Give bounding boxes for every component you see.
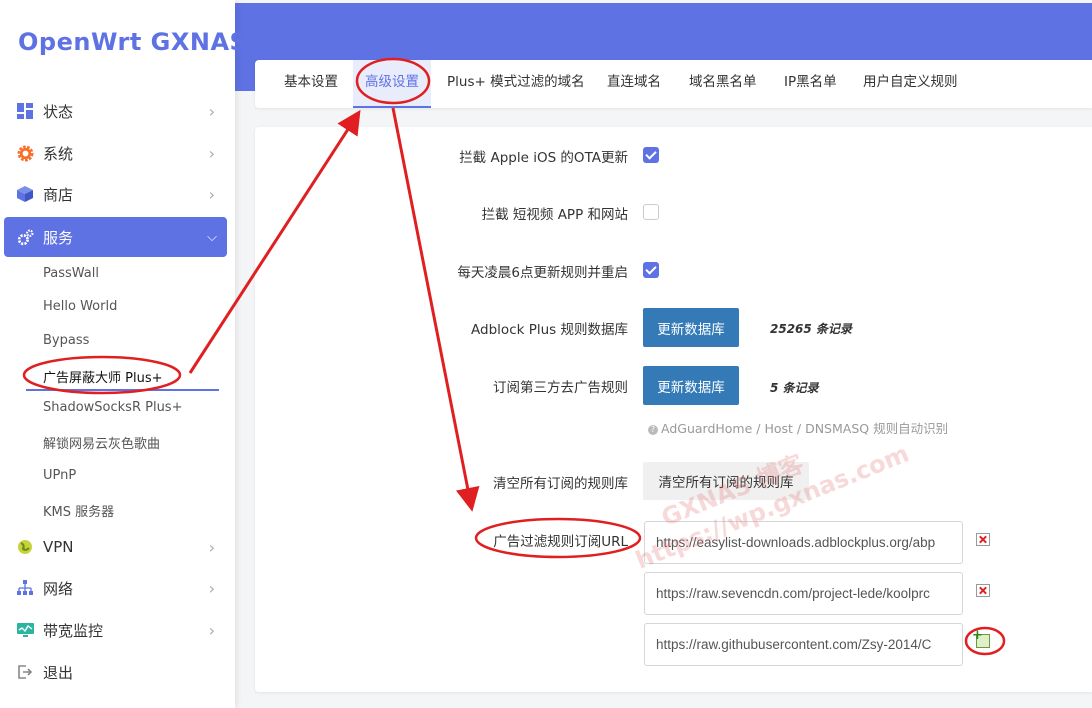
subscription-url-label: 广告过滤规则订阅URL: [493, 534, 628, 550]
chevron-right-icon: ›: [208, 143, 215, 163]
sidebar-item-label: 网络: [43, 579, 74, 598]
delete-url-icon[interactable]: [976, 584, 990, 597]
abp-db-label: Adblock Plus 规则数据库: [471, 322, 628, 338]
globe-icon: [16, 538, 34, 556]
sidebar-item-logout[interactable]: 退出: [0, 652, 235, 692]
tab-ip-blacklist[interactable]: IP黑名单: [784, 60, 837, 108]
cube-icon: [16, 185, 34, 203]
sidebar-subitem-hello-world[interactable]: Hello World: [43, 299, 117, 314]
logo: OpenWrt GXNAS: [18, 28, 248, 56]
sidebar-subitem-adblock-plus[interactable]: 广告屏蔽大师 Plus+: [43, 367, 163, 386]
video-checkbox[interactable]: [643, 204, 659, 220]
sidebar-subitem-passwall[interactable]: PassWall: [43, 266, 99, 281]
chevron-right-icon: ›: [208, 101, 215, 121]
sidebar-subitem-kms[interactable]: KMS 服务器: [43, 501, 114, 520]
sidebar-item-status[interactable]: 状态 ›: [0, 91, 235, 131]
sidebar-item-system[interactable]: 系统 ›: [0, 133, 235, 173]
sidebar-item-label: 系统: [43, 144, 74, 163]
sidebar-item-label: VPN: [43, 538, 74, 556]
sidebar-item-label: 带宽监控: [43, 621, 104, 640]
sidebar-item-label: 商店: [43, 185, 74, 204]
chevron-down-icon: ⌵: [207, 229, 217, 245]
services-gear-icon: [16, 228, 34, 246]
tab-basic-settings[interactable]: 基本设置: [284, 60, 338, 108]
active-subitem-underline: [26, 389, 219, 391]
ota-label: 拦截 Apple iOS 的OTA更新: [459, 150, 628, 166]
network-icon: [16, 579, 34, 597]
chevron-right-icon: ›: [208, 620, 215, 640]
chevron-right-icon: ›: [208, 537, 215, 557]
third-party-label: 订阅第三方去广告规则: [493, 380, 628, 396]
sidebar-item-label: 服务: [43, 228, 74, 247]
sidebar-item-store[interactable]: 商店 ›: [0, 174, 235, 214]
chevron-right-icon: ›: [208, 184, 215, 204]
tab-advanced-settings[interactable]: 高级设置: [353, 60, 431, 108]
video-label: 拦截 短视频 APP 和网站: [481, 207, 628, 223]
gear-icon: [16, 144, 34, 162]
sidebar-item-label: 状态: [43, 102, 74, 121]
tab-domain-blacklist[interactable]: 域名黑名单: [689, 60, 757, 108]
clear-rules-button[interactable]: 清空所有订阅的规则库: [643, 462, 809, 500]
tab-direct-domains[interactable]: 直连域名: [607, 60, 661, 108]
tab-custom-rules[interactable]: 用户自定义规则: [863, 60, 958, 108]
ota-checkbox[interactable]: [643, 147, 659, 163]
tab-plus-filter-domains[interactable]: Plus+ 模式过滤的域名: [447, 60, 585, 108]
sidebar-item-services[interactable]: 服务 ⌵: [4, 217, 227, 257]
update-abp-db-button[interactable]: 更新数据库: [643, 308, 739, 347]
dashboard-icon: [16, 102, 34, 120]
sidebar-subitem-ssr-plus[interactable]: ShadowSocksR Plus+: [43, 400, 182, 415]
clear-rules-label: 清空所有订阅的规则库: [493, 476, 628, 492]
sidebar-subitem-upnp[interactable]: UPnP: [43, 468, 76, 483]
sidebar-subitem-bypass[interactable]: Bypass: [43, 333, 89, 348]
sidebar-item-network[interactable]: 网络 ›: [0, 568, 235, 608]
subscription-url-input-2[interactable]: https://raw.sevencdn.com/project-lede/ko…: [644, 572, 963, 615]
sidebar-item-bandwidth[interactable]: 带宽监控 ›: [0, 610, 235, 650]
sidebar-subitem-unblock-netease[interactable]: 解锁网易云灰色歌曲: [43, 433, 160, 452]
abp-record-count: 25265 条记录: [770, 322, 852, 336]
sidebar-item-vpn[interactable]: VPN ›: [0, 527, 235, 567]
question-icon: ?: [648, 425, 658, 435]
third-party-record-count: 5 条记录: [770, 381, 819, 395]
daily-update-label: 每天凌晨6点更新规则并重启: [457, 265, 628, 281]
tab-bar: 基本设置 高级设置 Plus+ 模式过滤的域名 直连域名 域名黑名单 IP黑名单…: [255, 60, 1092, 108]
subscription-url-input-3[interactable]: https://raw.githubusercontent.com/Zsy-20…: [644, 623, 963, 666]
logout-icon: [16, 663, 34, 681]
update-third-party-button[interactable]: 更新数据库: [643, 366, 739, 405]
daily-update-checkbox[interactable]: [643, 262, 659, 278]
monitor-icon: [16, 621, 34, 639]
delete-url-icon[interactable]: [976, 533, 990, 546]
sidebar-item-label: 退出: [43, 663, 74, 682]
sidebar: OpenWrt GXNAS 状态 › 系统 › 商店 › 服务 ⌵ PassWa…: [0, 0, 247, 708]
chevron-right-icon: ›: [208, 578, 215, 598]
format-hint: ? AdGuardHome / Host / DNSMASQ 规则自动识别: [648, 418, 948, 437]
add-url-icon[interactable]: [972, 628, 990, 648]
subscription-url-input-1[interactable]: https://easylist-downloads.adblockplus.o…: [644, 521, 963, 564]
